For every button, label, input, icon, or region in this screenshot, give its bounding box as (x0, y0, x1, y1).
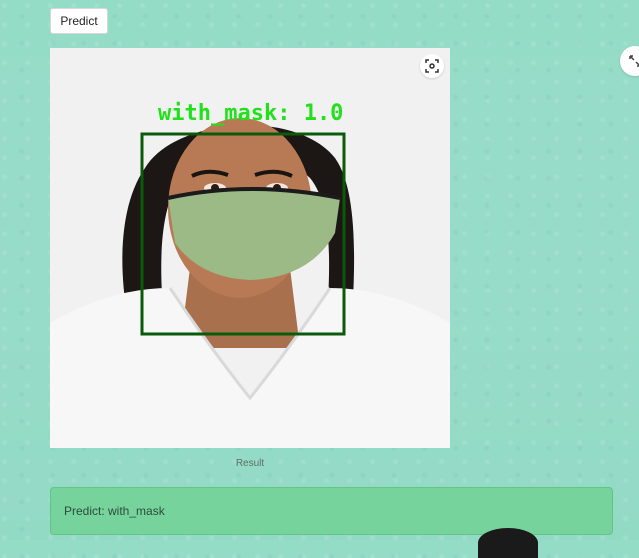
predict-button[interactable]: Predict (50, 8, 108, 34)
prediction-text: Predict: with_mask (64, 504, 165, 518)
prediction-result: Predict: with_mask (50, 487, 613, 535)
result-caption: Result (235, 458, 265, 469)
detection-label: with_mask: 1.0 (158, 101, 343, 126)
expand-icon[interactable] (620, 46, 639, 76)
focus-icon[interactable] (420, 54, 444, 78)
result-image: with_mask: 1.0 (50, 48, 450, 448)
face-mask-photo: with_mask: 1.0 (50, 48, 450, 448)
partial-image (478, 528, 538, 558)
